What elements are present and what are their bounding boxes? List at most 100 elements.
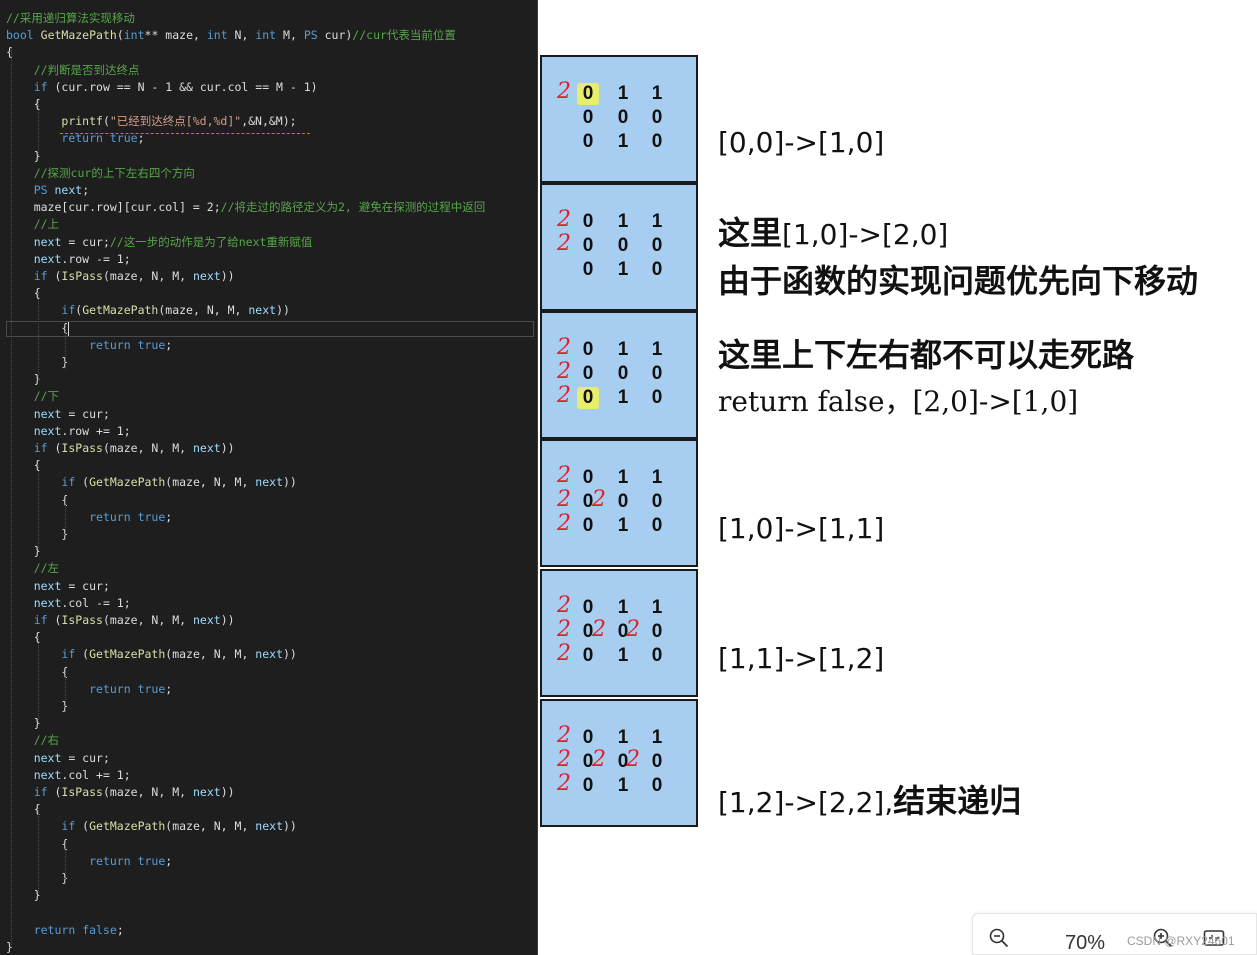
code-line: } (6, 871, 69, 885)
maze-grid: 02110202020210 (540, 569, 698, 697)
maze-row: 02 1 1 (542, 463, 700, 489)
code-line: } (6, 372, 41, 387)
maze-cell: 0 (582, 467, 594, 488)
maze-cell: 1 (651, 83, 663, 104)
maze-cell: 1 (651, 467, 663, 488)
code-line: { (6, 664, 69, 679)
code-editor[interactable]: //采用递归算法实现移动 bool GetMazePath(int** maze,… (0, 0, 538, 955)
code-line: { (6, 320, 69, 335)
code-line: return true; (61, 131, 145, 146)
handwritten-mark: 2 (557, 511, 571, 536)
code-line: } (6, 699, 69, 713)
zoom-out-icon[interactable] (989, 928, 1009, 948)
maze-cell: 1 (617, 727, 629, 748)
code-line: return false; (33, 922, 124, 937)
maze-cell: 0 (651, 235, 663, 256)
maze-cell: 0 (582, 775, 594, 796)
code-line: { (6, 458, 41, 473)
handwritten-mark: 2 (592, 487, 606, 512)
handwritten-mark: 2 (557, 617, 571, 642)
code-line: { (6, 802, 41, 817)
maze-cell: 0 (651, 363, 663, 384)
watermark: CSDN @RXY24601 (1127, 934, 1235, 948)
maze-grid: 02110202020210 (540, 699, 698, 827)
maze-cell: 0 (577, 387, 599, 409)
code-line: { (6, 492, 69, 507)
handwritten-mark: 2 (592, 617, 606, 642)
maze-cell: 1 (617, 387, 629, 408)
code-line: if (GetMazePath(maze, N, M, next)) (61, 647, 297, 662)
indent-guide (65, 325, 66, 370)
note-step-3-line1: 这里上下左右都不可以走死路 (718, 336, 1135, 374)
code-line: { (6, 630, 41, 645)
maze-cell: 1 (617, 597, 629, 618)
handwritten-mark: 2 (626, 617, 640, 642)
code-line: } (6, 888, 41, 903)
maze-cell: 0 (651, 107, 663, 128)
maze-row: 02 1 1 (542, 337, 700, 361)
maze-cell: 1 (617, 515, 629, 536)
maze-cell: 0 (582, 211, 594, 232)
maze-cell: 1 (651, 597, 663, 618)
maze-row: 02 1 1 (542, 593, 700, 619)
code-line: if (GetMazePath(maze, N, M, next)) (61, 475, 297, 490)
maze-row: 0200 (542, 361, 700, 385)
indent-guide (11, 48, 12, 945)
maze-row: 0200 (542, 231, 700, 257)
zoom-level: 70% (1065, 932, 1106, 954)
maze-cell: 0 (617, 107, 629, 128)
code-line: } (6, 716, 41, 731)
code-line: if (IsPass(maze, N, M, next)) (33, 269, 235, 283)
code-line: if (IsPass(maze, N, M, next)) (33, 785, 235, 799)
code-line: } (6, 148, 41, 163)
code-line: //左 (33, 561, 60, 576)
maze-cell: 0 (577, 83, 599, 105)
maze-cell: 0 (582, 645, 594, 666)
code-line: next.col += 1; (33, 767, 131, 782)
code-line: bool GetMazePath(int** maze, int N, int … (6, 28, 456, 43)
handwritten-mark: 2 (557, 593, 571, 618)
maze-cell: 0 (582, 107, 594, 128)
code-line: } (6, 544, 41, 559)
handwritten-mark: 2 (557, 463, 571, 488)
code-line: next = cur;//这一步的动作是为了给next重新赋值 (33, 234, 313, 249)
handwritten-mark: 2 (557, 231, 571, 256)
code-line: } (6, 939, 13, 954)
maze-row: 020202 (542, 617, 700, 643)
maze-cell: 1 (617, 467, 629, 488)
maze-row: 0210 (542, 385, 700, 409)
maze-cell: 0 (651, 515, 663, 536)
maze-cell: 0 (651, 491, 663, 512)
maze-cell: 0 (651, 751, 663, 772)
maze-cell: 1 (651, 211, 663, 232)
maze-row: 0 1 0 (542, 259, 700, 281)
maze-cell: 0 (582, 597, 594, 618)
maze-cell: 1 (617, 131, 629, 152)
code-line: maze[cur.row][cur.col] = 2;//将走过的路径定义为2,… (6, 200, 486, 215)
handwritten-mark: 2 (557, 207, 571, 232)
code-line: if (cur.row == N - 1 && cur.col == M - 1… (33, 79, 318, 94)
handwritten-mark: 2 (557, 747, 571, 772)
note-step-4: [1,0]->[1,1] (718, 512, 885, 545)
indent-guide (38, 637, 39, 722)
maze-cell: 0 (582, 515, 594, 536)
maze-row: 0210 (542, 773, 700, 797)
maze-row: 0 0 0 (542, 107, 700, 129)
maze-cell: 0 (651, 621, 663, 642)
code-line: //探测cur的上下左右四个方向 (33, 165, 195, 180)
maze-cell: 1 (617, 259, 629, 280)
code-line: { (6, 286, 41, 301)
maze-row: 02020 (542, 487, 700, 513)
maze-cell: 1 (651, 339, 663, 360)
maze-cell: 0 (651, 775, 663, 796)
maze-cell: 0 (582, 235, 594, 256)
maze-grid: 0211000010 (540, 55, 698, 183)
code-line: if (IsPass(maze, N, M, next)) (33, 441, 235, 455)
note-step-6: [1,2]->[2,2],结束递归 (718, 782, 1022, 820)
maze-cell: 0 (651, 131, 663, 152)
indent-guide (38, 465, 39, 550)
note-step-5: [1,1]->[1,2] (718, 642, 885, 675)
maze-row: 02 1 1 (542, 81, 700, 105)
indent-guide (38, 808, 39, 895)
maze-cell: 0 (617, 363, 629, 384)
